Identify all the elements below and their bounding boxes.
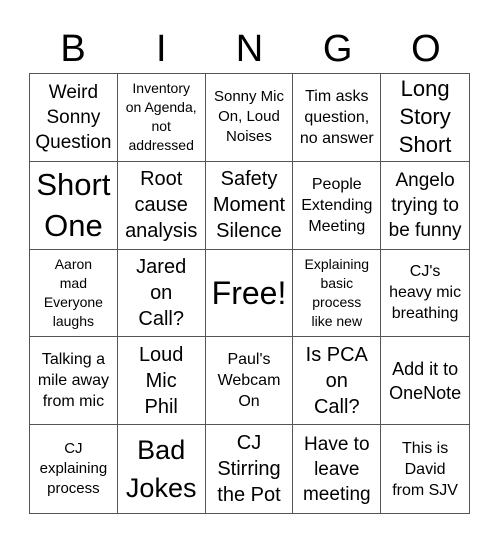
header-letter-i: I xyxy=(156,28,167,70)
header-letter-n: N xyxy=(235,28,264,70)
free-space-cell[interactable]: Free! xyxy=(205,249,294,338)
cell-text: Tim asks question, no answer xyxy=(299,87,374,147)
bingo-cell[interactable]: Jared on Call? xyxy=(117,249,206,338)
cell-text: Paul's Webcam On xyxy=(217,351,281,411)
bingo-cell[interactable]: Tim asks question, no answer xyxy=(293,74,382,162)
cell-text: Root cause analysis xyxy=(125,168,198,243)
header-letter-b: B xyxy=(60,28,86,70)
bingo-cell[interactable]: Inventory on Agenda, not addressed xyxy=(117,74,206,162)
cell-text: People Extending Meeting xyxy=(301,175,373,235)
bingo-cell[interactable]: Paul's Webcam On xyxy=(205,337,294,426)
bingo-cell[interactable]: Safety Moment Silence xyxy=(205,161,294,250)
cell-text: Is PCA on Call? xyxy=(305,343,368,418)
bingo-cell[interactable]: CJ explaining process xyxy=(30,425,118,513)
bingo-cell[interactable]: Short One xyxy=(30,161,118,250)
bingo-cell[interactable]: Weird Sonny Question xyxy=(30,74,118,162)
cell-text: Explaining basic process like new xyxy=(304,255,370,329)
cell-text: Short One xyxy=(36,167,111,244)
bingo-cell[interactable]: This is David from SJV xyxy=(381,425,469,513)
cell-text: Safety Moment Silence xyxy=(212,168,286,243)
cell-text: Bad Jokes xyxy=(125,435,197,504)
cell-text: Loud Mic Phil xyxy=(138,343,184,418)
bingo-cell[interactable]: Explaining basic process like new xyxy=(293,249,382,338)
cell-text: CJ explaining process xyxy=(39,440,108,498)
bingo-cell[interactable]: CJ Stirring the Pot xyxy=(206,425,294,513)
bingo-cell[interactable]: Root cause analysis xyxy=(117,161,206,250)
cell-text: Jared on Call? xyxy=(136,255,187,330)
header-letter-g: G xyxy=(322,28,353,70)
bingo-cell[interactable]: Add it to OneNote xyxy=(381,337,469,426)
cell-text: Sonny Mic On, Loud Noises xyxy=(213,88,284,146)
cell-text: Aaron mad Everyone laughs xyxy=(43,255,103,329)
bingo-grid: Weird Sonny Question Inventory on Agenda… xyxy=(29,73,470,514)
bingo-cell[interactable]: Talking a mile away from mic xyxy=(30,337,118,426)
bingo-header: B I N G O xyxy=(29,26,470,72)
bingo-cell[interactable]: Aaron mad Everyone laughs xyxy=(30,249,118,338)
cell-text: Weird Sonny Question xyxy=(35,81,112,153)
bingo-cell[interactable]: Is PCA on Call? xyxy=(293,337,382,426)
cell-text: Add it to OneNote xyxy=(389,358,462,403)
cell-text: This is David from SJV xyxy=(392,439,458,499)
bingo-cell[interactable]: Loud Mic Phil xyxy=(117,337,206,426)
cell-text: CJ's heavy mic breathing xyxy=(389,263,462,323)
bingo-cell[interactable]: Angelo trying to be funny xyxy=(381,162,469,250)
cell-text: Talking a mile away from mic xyxy=(37,351,109,411)
cell-text: Inventory on Agenda, not addressed xyxy=(125,80,197,154)
cell-text: Have to leave meeting xyxy=(302,433,371,505)
cell-text: CJ Stirring the Pot xyxy=(217,432,281,507)
cell-text: Angelo trying to be funny xyxy=(388,169,462,241)
bingo-cell[interactable]: Bad Jokes xyxy=(118,425,206,513)
bingo-cell[interactable]: Sonny Mic On, Loud Noises xyxy=(205,74,294,162)
bingo-cell[interactable]: Have to leave meeting xyxy=(293,425,382,513)
header-letter-o: O xyxy=(411,28,441,70)
bingo-cell[interactable]: People Extending Meeting xyxy=(293,161,382,250)
cell-text: Free! xyxy=(211,274,287,311)
cell-text: Long Story Short xyxy=(398,76,452,158)
bingo-cell[interactable]: CJ's heavy mic breathing xyxy=(381,250,469,338)
bingo-cell[interactable]: Long Story Short xyxy=(381,74,469,162)
